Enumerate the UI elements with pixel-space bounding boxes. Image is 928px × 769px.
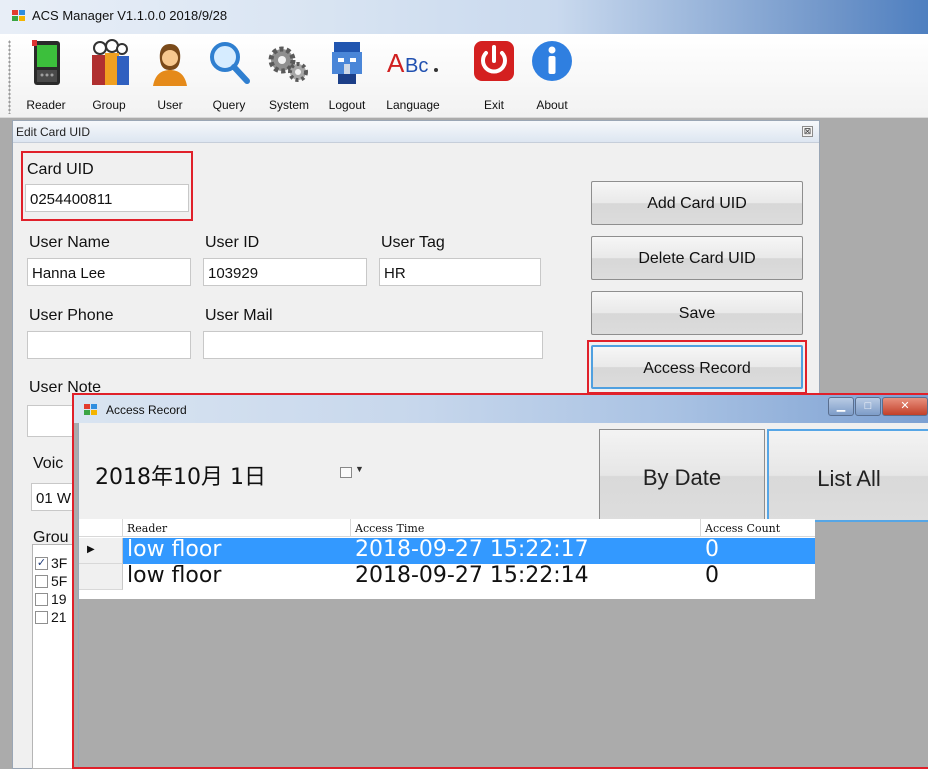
group-checkbox-19[interactable]: [35, 593, 48, 606]
user-mail-label: User Mail: [205, 307, 273, 324]
abc-icon: A Bc: [383, 38, 443, 88]
gears-icon: [266, 38, 312, 88]
toolbar-grip[interactable]: [8, 40, 11, 114]
save-button[interactable]: Save: [591, 291, 803, 335]
list-all-button[interactable]: List All: [767, 429, 928, 522]
cell-reader: low floor: [127, 563, 222, 588]
app-icon: [84, 404, 98, 416]
date-picker[interactable]: 2018年10月 1日: [95, 459, 266, 491]
edit-card-uid-title: Edit Card UID: [16, 125, 91, 139]
robot-head-icon: [324, 38, 370, 88]
access-record-title-bar[interactable]: Access Record ▁ □ ✕: [74, 395, 928, 423]
close-icon[interactable]: ✕: [882, 397, 928, 416]
table-row[interactable]: ▶ low floor 2018-09-27 15:22:17 0: [79, 537, 815, 564]
row-header[interactable]: [79, 564, 123, 590]
group-checklist: ✓ 3F 5F 19 21: [32, 544, 74, 769]
access-record-window: Access Record ▁ □ ✕ 2018年10月 1日 ▼ By Dat…: [72, 393, 928, 769]
table-row[interactable]: low floor 2018-09-27 15:22:14 0: [79, 563, 815, 590]
toolbar-language-label: Language: [386, 98, 440, 112]
group-item-label: 3F: [51, 555, 68, 571]
delete-card-uid-button[interactable]: Delete Card UID: [591, 236, 803, 280]
magnifier-icon: [206, 38, 252, 88]
info-icon: [529, 38, 575, 88]
app-title: ACS Manager V1.1.0.0 2018/9/28: [32, 8, 228, 23]
toolbar-system-label: System: [268, 98, 309, 112]
toolbar-system-button[interactable]: System: [260, 38, 318, 112]
toolbar-about-label: About: [536, 98, 568, 112]
toolbar-language-button[interactable]: A Bc Language: [380, 38, 446, 112]
grid-corner: [79, 519, 123, 537]
user-name-field[interactable]: Hanna Lee: [27, 258, 191, 286]
user-person-icon: [147, 38, 193, 88]
add-card-uid-button[interactable]: Add Card UID: [591, 181, 803, 225]
cell-access-count: 0: [705, 563, 719, 588]
toolbar-user-button[interactable]: User: [146, 38, 194, 112]
user-name-label: User Name: [29, 234, 110, 251]
cell-reader: low floor: [127, 537, 222, 562]
access-record-title: Access Record: [106, 403, 187, 417]
grid-header: Reader Access Time Access Count: [79, 519, 815, 537]
card-uid-field[interactable]: 0254400811: [25, 184, 189, 212]
access-record-body: 2018年10月 1日 ▼ By Date List All Reader Ac…: [78, 423, 928, 767]
by-date-button[interactable]: By Date: [599, 429, 765, 522]
column-header-access-count[interactable]: Access Count: [701, 519, 815, 537]
group-item-label: 19: [51, 591, 67, 607]
toolbar-query-label: Query: [212, 98, 246, 112]
calendar-dropdown-icon[interactable]: [340, 467, 352, 478]
toolbar-user-label: User: [157, 98, 183, 112]
user-tag-label: User Tag: [381, 234, 445, 251]
column-header-reader[interactable]: Reader: [123, 519, 351, 537]
toolbar-query-button[interactable]: Query: [203, 38, 255, 112]
user-mail-field[interactable]: [203, 331, 543, 359]
card-uid-label: Card UID: [27, 161, 94, 178]
group-checkbox-5f[interactable]: [35, 575, 48, 588]
app-icon: [12, 10, 26, 22]
toolbar-group-label: Group: [92, 98, 126, 112]
cell-access-count: 0: [705, 537, 719, 562]
close-icon[interactable]: ⊠: [802, 126, 813, 137]
svg-text:Bc: Bc: [405, 55, 428, 77]
edit-card-uid-title-bar: Edit Card UID ⊠: [13, 121, 819, 143]
toolbar-logout-label: Logout: [328, 98, 366, 112]
toolbar-exit-button[interactable]: Exit: [470, 38, 518, 112]
access-record-grid: Reader Access Time Access Count ▶ low fl…: [79, 519, 815, 599]
group-checkbox-21[interactable]: [35, 611, 48, 624]
cell-access-time: 2018-09-27 15:22:14: [355, 563, 589, 588]
group-item-label: 5F: [51, 573, 68, 589]
voice-label: Voic: [33, 455, 64, 472]
minimize-icon[interactable]: ▁: [828, 397, 854, 416]
toolbar-exit-label: Exit: [483, 98, 504, 112]
toolbar-reader-button[interactable]: Reader: [18, 38, 74, 112]
group-people-icon: [86, 38, 132, 88]
user-id-label: User ID: [205, 234, 260, 251]
user-id-field[interactable]: 103929: [203, 258, 367, 286]
date-filter-panel: 2018年10月 1日 ▼ By Date List All: [79, 423, 928, 522]
user-phone-label: User Phone: [29, 307, 114, 324]
group-item-label: 21: [51, 609, 67, 625]
column-header-access-time[interactable]: Access Time: [351, 519, 701, 537]
group-checkbox-3f[interactable]: ✓: [35, 557, 48, 570]
main-toolbar: Reader Group User Query System Logout A …: [0, 34, 928, 118]
chevron-down-icon[interactable]: ▼: [355, 464, 364, 474]
access-record-button[interactable]: Access Record: [591, 345, 803, 389]
row-header[interactable]: ▶: [79, 538, 123, 564]
toolbar-group-button[interactable]: Group: [83, 38, 135, 112]
row-pointer-icon: ▶: [87, 544, 95, 555]
reader-device-icon: [23, 38, 69, 88]
toolbar-reader-label: Reader: [26, 98, 66, 112]
maximize-icon[interactable]: □: [855, 397, 881, 416]
toolbar-about-button[interactable]: About: [526, 38, 578, 112]
svg-text:A: A: [387, 48, 405, 78]
power-icon: [471, 38, 517, 88]
toolbar-logout-button[interactable]: Logout: [320, 38, 374, 112]
app-title-bar: ACS Manager V1.1.0.0 2018/9/28: [0, 0, 928, 34]
user-tag-field[interactable]: HR: [379, 258, 541, 286]
user-phone-field[interactable]: [27, 331, 191, 359]
cell-access-time: 2018-09-27 15:22:17: [355, 537, 589, 562]
